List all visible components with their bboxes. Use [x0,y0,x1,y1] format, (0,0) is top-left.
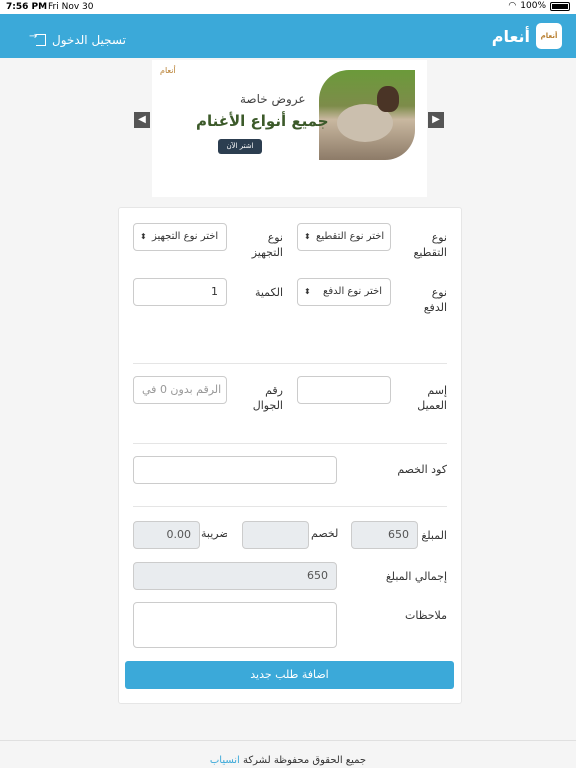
select-caret-icon: ⬍ [304,232,311,241]
packaging-type-label: نوع التجهيز [251,231,283,259]
divider [133,363,447,364]
quantity-label: الكمية [254,286,283,299]
cut-type-label: نوع التقطيع [413,231,448,259]
payment-type-select[interactable]: ⬍ اختر نوع الدفع [297,278,391,306]
customer-name-input[interactable] [297,376,391,404]
packaging-type-value: اختر نوع التجهيز [152,231,219,242]
logo-text: أنعام [540,32,558,40]
total-field: 650 [133,562,337,590]
discount-code-label: كود الخصم [397,463,447,476]
banner-title: جميع أنواع الأغنام [196,112,329,130]
sign-in-icon [29,31,46,46]
divider [133,506,447,507]
payment-type-label: نوع الدفع [423,286,447,314]
battery-percent: 100% [520,1,546,11]
select-caret-icon: ⬍ [304,287,311,296]
amount-label: المبلغ [421,529,447,542]
brand-logo: أنعام [536,23,562,49]
amount-field: 650 [351,521,418,549]
brand[interactable]: أنعام أنعام [492,23,562,49]
divider [133,443,447,444]
select-caret-icon: ⬍ [140,232,147,241]
notes-label: ملاحظات [405,609,447,622]
cut-type-value: اختر نوع التقطيع [316,231,385,242]
status-right: ◠ 100% [508,1,570,11]
mobile-label: رقم الجوال [252,384,283,412]
company-link[interactable]: انسياب [210,755,240,766]
carousel-prev-button[interactable]: ◀ [134,112,150,128]
promo-banner[interactable]: أنعام عروض خاصة جميع أنواع الأغنام اشتر … [152,60,427,197]
mobile-input[interactable]: الرقم بدون 0 في [133,376,227,404]
discount-label: الخصم [311,527,339,540]
footer-text: جميع الحقوق محفوظة لشركة [243,755,367,766]
notes-textarea[interactable] [133,602,337,648]
packaging-type-select[interactable]: ⬍ اختر نوع التجهيز [133,223,227,251]
discount-field [242,521,309,549]
payment-type-value: اختر نوع الدفع [323,286,382,297]
status-time: 7:56 PM [6,2,48,12]
sheep-photo [319,70,415,160]
tax-field: 0.00 [133,521,200,549]
carousel-next-button[interactable]: ▶ [428,112,444,128]
banner-cta-button[interactable]: اشتر الآن [218,139,262,154]
status-bar: 7:56 PM Fri Nov 30 ◠ 100% [0,0,576,14]
status-date: Fri Nov 30 [48,2,94,12]
banner-subtitle: عروض خاصة [240,92,306,106]
quantity-input[interactable]: 1 [133,278,227,306]
customer-name-label: إسم العميل [417,384,447,412]
top-navbar: أنعام أنعام تسجيل الدخول [0,14,576,58]
brand-name: أنعام [491,26,530,46]
total-label: إجمالي المبلغ [385,570,447,583]
tax-label: الضريبة [201,527,227,540]
footer: جميع الحقوق محفوظة لشركة انسياب [0,740,576,768]
wifi-icon: ◠ [508,1,517,11]
login-link[interactable]: تسجيل الدخول [29,31,126,47]
battery-icon [550,1,570,11]
banner-logo-mark: أنعام [160,66,176,75]
add-order-button[interactable]: اضافة طلب جديد [125,661,454,689]
discount-code-input[interactable] [133,456,337,484]
cut-type-select[interactable]: ⬍ اختر نوع التقطيع [297,223,391,251]
order-form: نوع التقطيع ⬍ اختر نوع التقطيع نوع التجه… [118,207,462,704]
login-label: تسجيل الدخول [52,33,126,47]
